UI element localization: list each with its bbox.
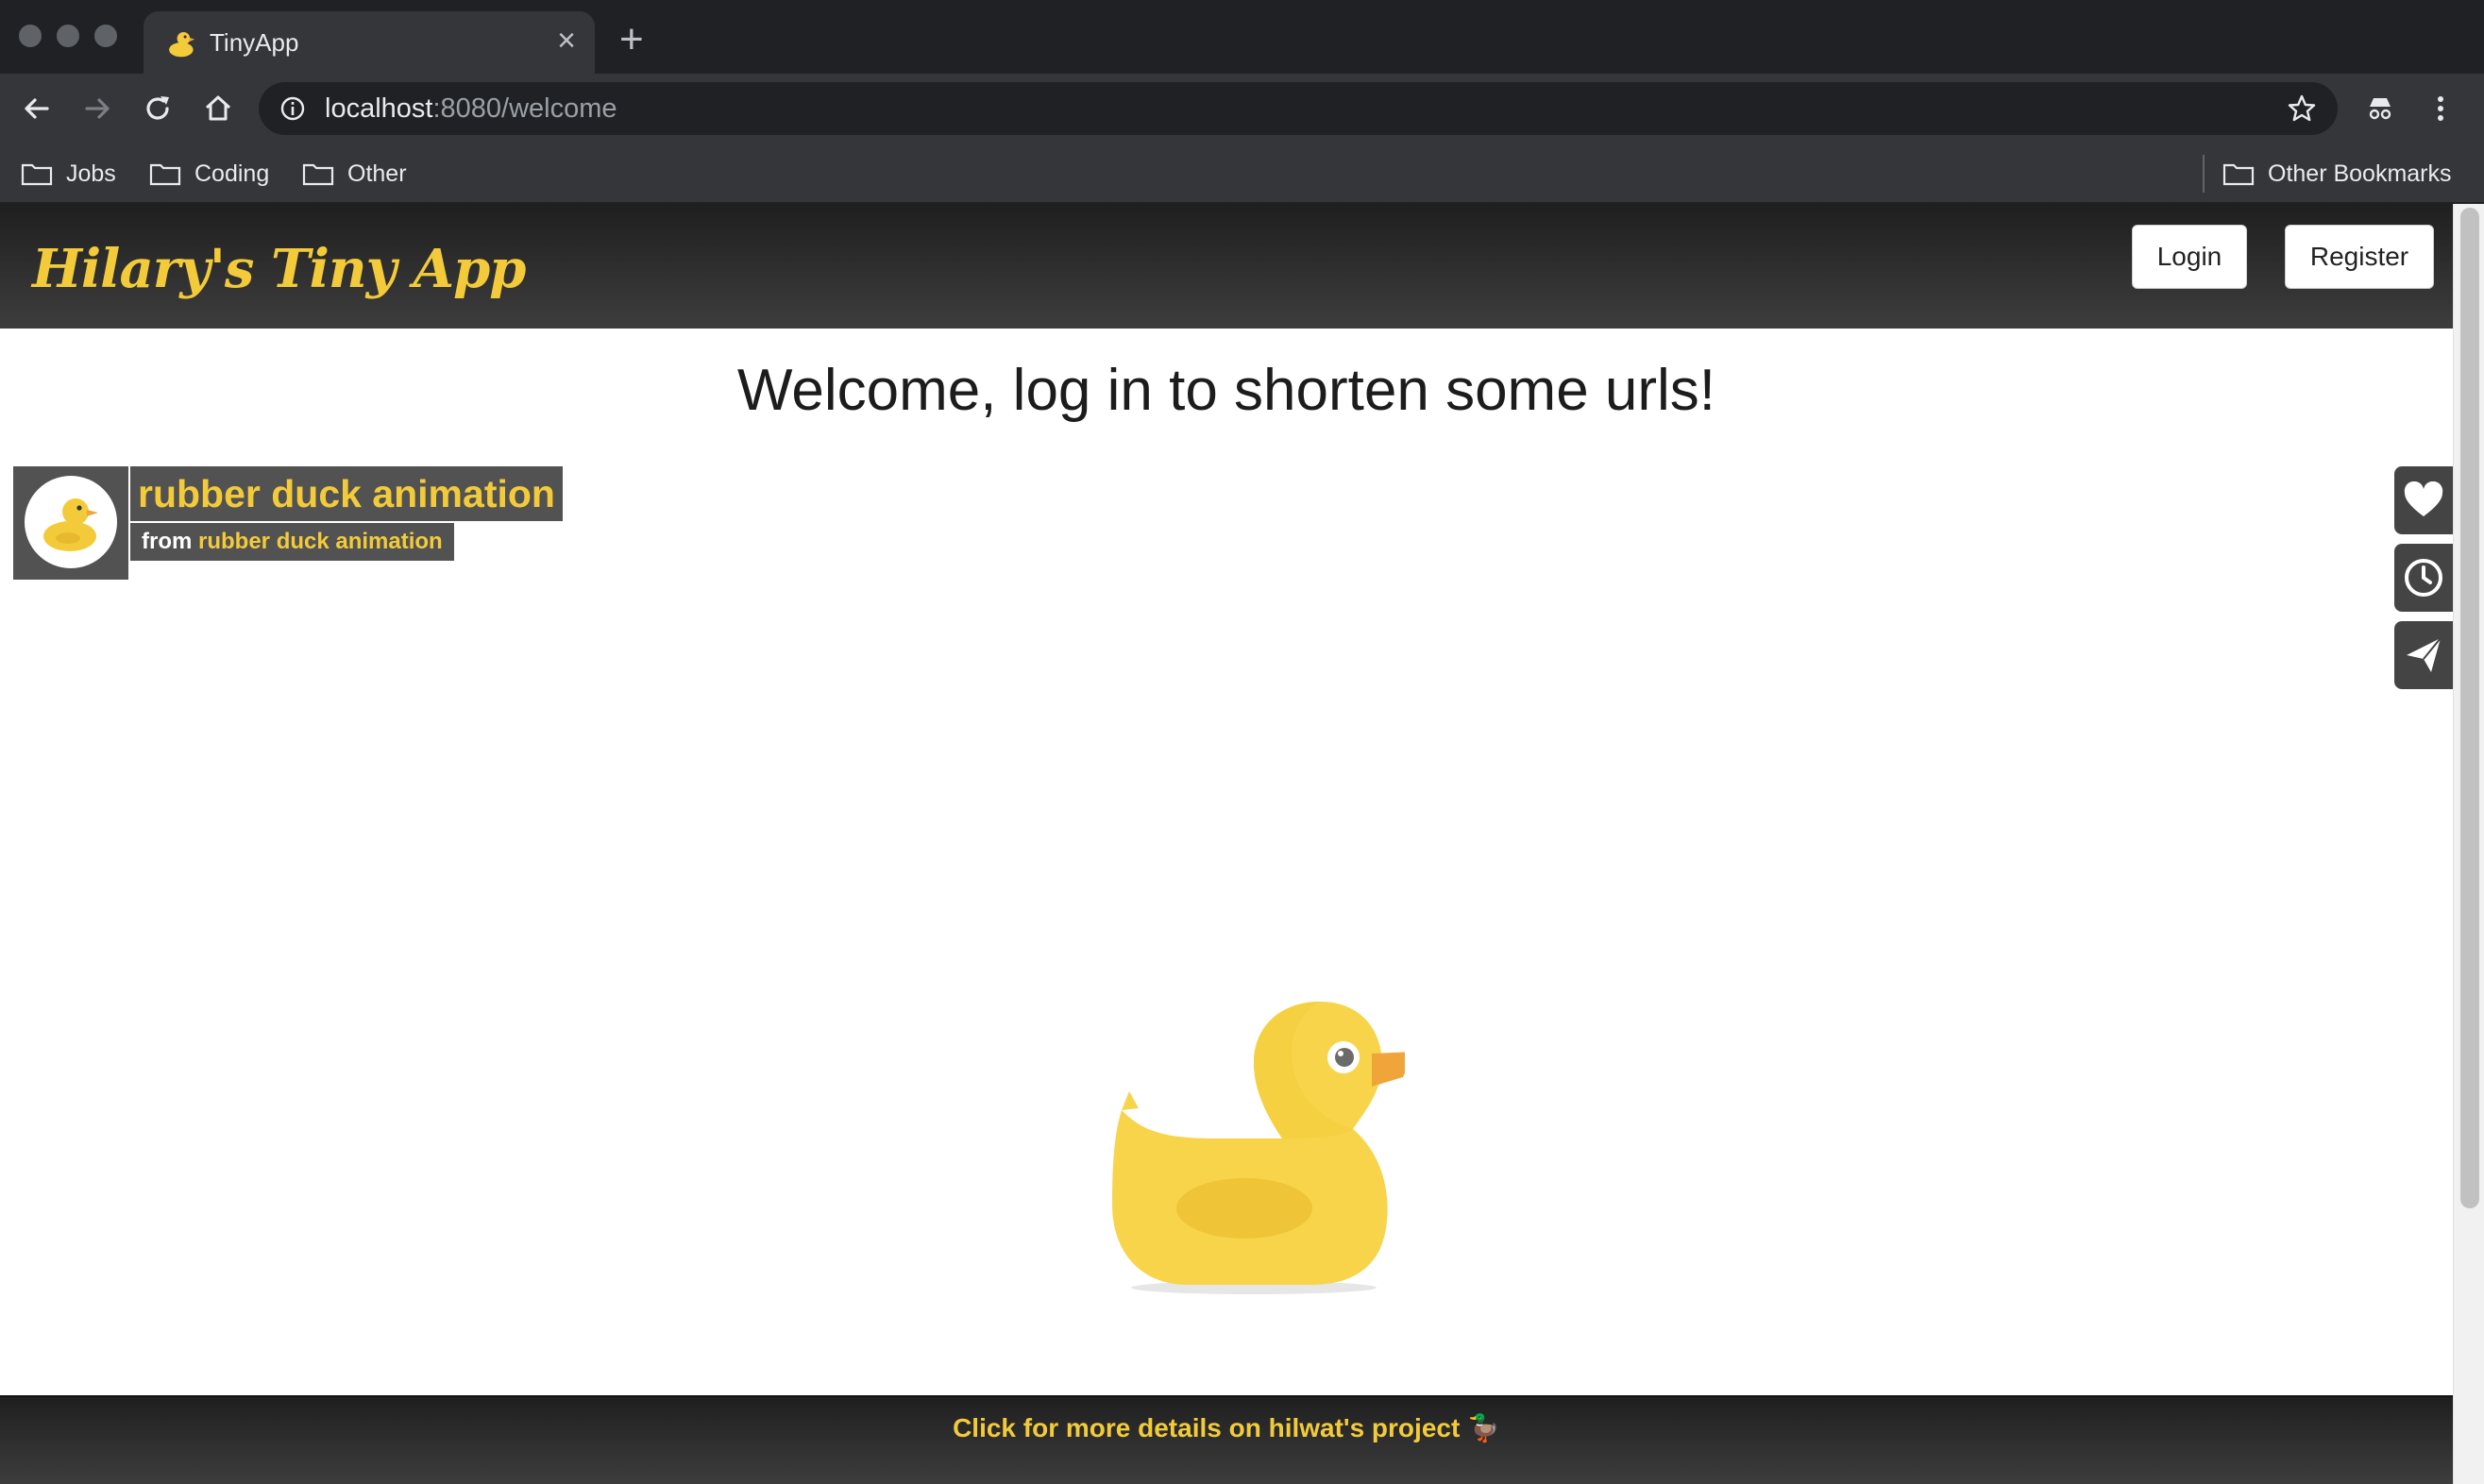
rubber-duck-illustration — [1112, 1002, 1405, 1294]
window-close-dot[interactable] — [19, 25, 42, 47]
folder-icon — [302, 163, 334, 186]
register-button[interactable]: Register — [2285, 225, 2434, 289]
browser-toolbar: localhost:8080/welcome — [0, 74, 2484, 143]
bookmark-label: Jobs — [66, 160, 116, 187]
folder-icon — [21, 163, 53, 186]
embed-avatar[interactable] — [13, 466, 128, 580]
tab-close-icon[interactable]: × — [557, 25, 576, 57]
bookmark-folder-jobs[interactable]: Jobs — [21, 157, 116, 191]
incognito-icon[interactable] — [2360, 89, 2400, 128]
heart-icon — [2404, 481, 2443, 516]
page-footer: Click for more details on hilwat's proje… — [0, 1395, 2453, 1484]
tab-title: TinyApp — [210, 28, 299, 57]
app-navbar: Hilary's Tiny App Login Register — [0, 204, 2453, 329]
browser-tab-active[interactable]: TinyApp × — [144, 11, 595, 74]
duck-icon — [169, 31, 195, 58]
forward-arrow-icon[interactable] — [77, 89, 117, 128]
window-maximize-dot[interactable] — [94, 25, 117, 47]
clock-icon — [2405, 559, 2442, 597]
login-button[interactable]: Login — [2132, 225, 2247, 289]
bookmark-label: Coding — [194, 160, 270, 187]
bookmark-folder-other-bookmarks[interactable]: Other Bookmarks — [2222, 157, 2452, 191]
bookmark-star-icon[interactable] — [2285, 92, 2319, 126]
favorite-button[interactable] — [2394, 466, 2453, 534]
site-info-icon[interactable] — [279, 95, 306, 122]
page-scrollbar[interactable] — [2453, 204, 2484, 1484]
bookmarks-bar: Jobs Coding Other Other Bookmarks — [0, 143, 2484, 204]
url-text: localhost:8080/welcome — [325, 93, 617, 125]
folder-icon — [2222, 163, 2255, 186]
project-details-link[interactable]: Click for more details on hilwat's proje… — [0, 1412, 2453, 1443]
bookmark-label: Other — [347, 160, 407, 187]
url-path: :8080/welcome — [432, 93, 617, 124]
duck-icon — [43, 498, 98, 551]
history-button[interactable] — [2394, 544, 2453, 612]
embed-from-label: from — [142, 529, 193, 554]
bookmark-folder-coding[interactable]: Coding — [149, 157, 269, 191]
avatar-duck-icon — [25, 476, 117, 568]
page-title: Welcome, log in to shorten some urls! — [736, 358, 1716, 423]
new-tab-icon[interactable]: + — [619, 19, 644, 60]
bookmark-folder-other[interactable]: Other — [302, 157, 407, 191]
scrollbar-thumb[interactable] — [2460, 208, 2479, 1208]
share-button[interactable] — [2394, 621, 2453, 689]
embed-title-link[interactable]: rubber duck animation — [130, 466, 563, 521]
reload-icon[interactable] — [138, 89, 177, 128]
home-icon[interactable] — [198, 89, 238, 128]
address-bar[interactable]: localhost:8080/welcome — [259, 82, 2338, 135]
back-arrow-icon[interactable] — [17, 89, 57, 128]
embed-source: from rubber duck animation — [130, 523, 454, 561]
embed-source-link[interactable]: rubber duck animation — [198, 529, 443, 554]
send-icon — [2407, 637, 2442, 672]
window-minimize-dot[interactable] — [57, 25, 79, 47]
bookmarks-divider — [2203, 155, 2205, 193]
folder-icon — [149, 163, 181, 186]
browser-tab-strip: TinyApp × + — [0, 0, 2484, 74]
app-brand[interactable]: Hilary's Tiny App — [32, 238, 526, 300]
menu-kebab-icon[interactable] — [2421, 89, 2460, 128]
url-host: localhost — [325, 93, 433, 124]
bookmark-label: Other Bookmarks — [2268, 160, 2452, 187]
